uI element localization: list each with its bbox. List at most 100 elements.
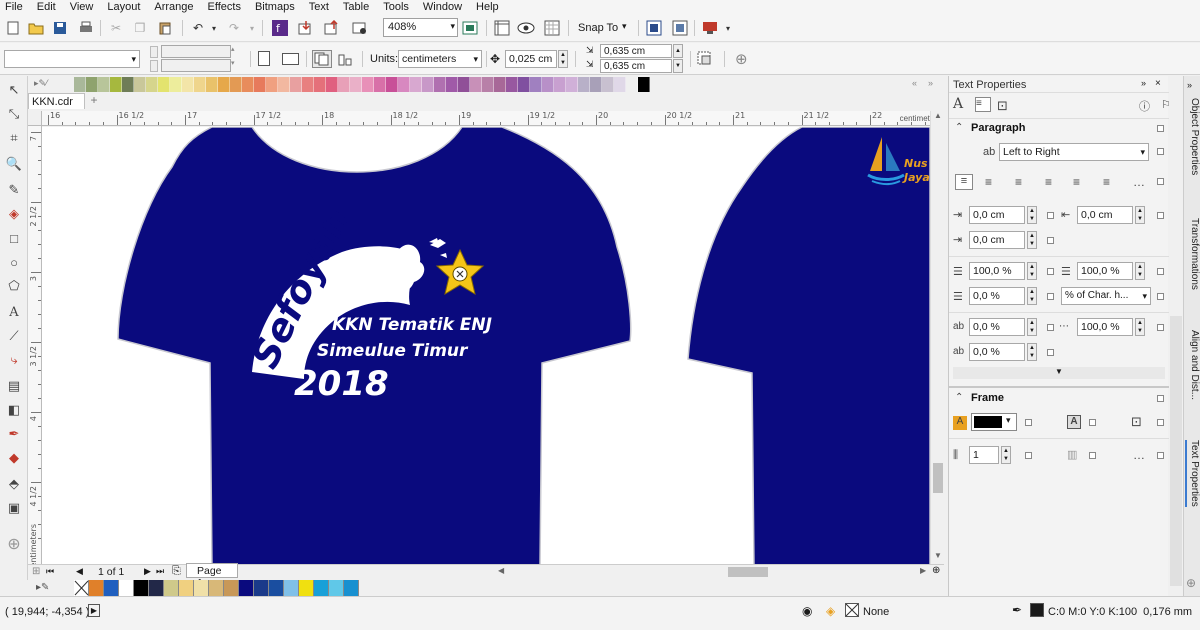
- new-tab-icon[interactable]: +: [87, 94, 101, 108]
- menu-help[interactable]: Help: [469, 1, 506, 13]
- menu-file[interactable]: File: [0, 1, 30, 13]
- paste-icon[interactable]: [155, 18, 175, 38]
- palette-swatch[interactable]: [146, 77, 158, 92]
- palette-swatch[interactable]: [506, 77, 518, 92]
- lock-icon[interactable]: ⚐: [1161, 98, 1171, 111]
- menu-effects[interactable]: Effects: [201, 1, 248, 13]
- all-pages-icon[interactable]: [312, 50, 332, 68]
- undo-dropdown-icon[interactable]: ▾: [204, 18, 224, 38]
- palette-swatch[interactable]: [122, 77, 134, 92]
- zoom-tool-icon[interactable]: 🔍: [4, 154, 24, 174]
- palette-swatch[interactable]: [206, 77, 218, 92]
- smart-fill-icon[interactable]: ⬘: [4, 474, 24, 494]
- first-line-indent-input[interactable]: 0,0 cm: [969, 206, 1025, 224]
- units-select[interactable]: centimeters ▾: [398, 50, 482, 68]
- document-palette-swatch[interactable]: [119, 580, 134, 596]
- space-before-spinner[interactable]: ▲ ▼: [1027, 262, 1037, 280]
- menu-edit[interactable]: Edit: [30, 1, 63, 13]
- close-docker-icon[interactable]: ×: [1155, 78, 1161, 89]
- menu-view[interactable]: View: [63, 1, 101, 13]
- open-folder-icon[interactable]: [26, 18, 46, 38]
- align-center-icon[interactable]: ≡: [1015, 175, 1022, 189]
- palette-swatch[interactable]: [266, 77, 278, 92]
- document-palette-swatch[interactable]: [254, 580, 269, 596]
- palette-swatch[interactable]: [542, 77, 554, 92]
- language-spacing-spinner[interactable]: ▲ ▼: [1027, 343, 1037, 361]
- palette-swatch[interactable]: [626, 77, 638, 92]
- prev-page-icon[interactable]: ◀: [76, 566, 83, 577]
- palette-swatch[interactable]: [218, 77, 230, 92]
- menu-tools[interactable]: Tools: [376, 1, 416, 13]
- palette-swatch[interactable]: [350, 77, 362, 92]
- scroll-up-icon[interactable]: ▲: [934, 111, 942, 120]
- columns-spinner[interactable]: ▲ ▼: [1001, 446, 1011, 464]
- palette-swatch[interactable]: [194, 77, 206, 92]
- document-palette-swatch[interactable]: [209, 580, 224, 596]
- freehand-tool-icon[interactable]: ✎: [4, 180, 24, 200]
- add-tool-icon[interactable]: ⊕: [4, 534, 24, 554]
- more-alignment-icon[interactable]: …: [1133, 175, 1145, 189]
- right-indent-spinner[interactable]: ▲ ▼: [1135, 206, 1145, 224]
- portrait-icon[interactable]: [258, 51, 270, 66]
- frame-text-icon[interactable]: A: [1067, 415, 1081, 429]
- space-after-spinner[interactable]: ▲ ▼: [1027, 287, 1037, 305]
- vertical-scrollbar[interactable]: ▲ ▼: [930, 111, 944, 564]
- align-justify-icon[interactable]: ≡: [1073, 175, 1080, 189]
- horizontal-ruler[interactable]: centimeters 16 16 1/2 17 17 1/2 18 18 1/2 19 19…: [42, 111, 943, 126]
- nudge-spinner[interactable]: ▲ ▼: [558, 50, 568, 68]
- align-none-icon[interactable]: ≡: [955, 174, 973, 190]
- palette-swatch[interactable]: [554, 77, 566, 92]
- dup-x-spinner[interactable]: ▲: [673, 44, 683, 58]
- show-guidelines-icon[interactable]: [516, 18, 536, 38]
- redo-icon[interactable]: ↷: [224, 18, 244, 38]
- scroll-down-icon[interactable]: ▼: [934, 551, 942, 560]
- document-palette-swatch[interactable]: [149, 580, 164, 596]
- palette-swatch[interactable]: [98, 77, 110, 92]
- first-page-icon[interactable]: ⏮: [46, 566, 54, 577]
- dimension-tool-icon[interactable]: ⟋: [4, 326, 24, 346]
- palette-swatch[interactable]: [110, 77, 122, 92]
- palette-swatch[interactable]: [242, 77, 254, 92]
- text-direction-select[interactable]: Left to Right ▾: [999, 143, 1149, 161]
- spin-down-icon[interactable]: ▾: [231, 59, 235, 67]
- page-options-icon[interactable]: ⊞: [32, 566, 40, 577]
- duplicate-distance-y-input[interactable]: 0,635 cm: [600, 59, 672, 73]
- align-left-icon[interactable]: ≡: [985, 175, 992, 189]
- transparency-tool-icon[interactable]: ◧: [4, 400, 24, 420]
- add-docker-icon[interactable]: ⊕: [1186, 576, 1196, 590]
- full-screen-preview-icon[interactable]: [460, 18, 480, 38]
- palette-swatch[interactable]: [74, 77, 86, 92]
- docker-scrollbar[interactable]: [1170, 316, 1182, 586]
- treat-as-filled-icon[interactable]: [696, 50, 714, 71]
- publish-pdf-icon[interactable]: [350, 18, 370, 38]
- column-settings-icon[interactable]: ▥: [1067, 448, 1077, 461]
- scroll-left-icon[interactable]: «: [912, 78, 917, 88]
- docker-scroll-icon[interactable]: »: [1141, 78, 1146, 88]
- palette-swatch[interactable]: [590, 77, 602, 92]
- smart-fill-tool-icon[interactable]: ◈: [4, 204, 24, 224]
- connector-tool-icon[interactable]: ⤷: [4, 350, 24, 370]
- left-indent-spinner[interactable]: ▲ ▼: [1027, 231, 1037, 249]
- palette-swatch[interactable]: [602, 77, 614, 92]
- scroll-right-icon[interactable]: ▶: [920, 566, 926, 575]
- import-icon[interactable]: [296, 18, 316, 38]
- tab-align-distribute[interactable]: Align and Dist...: [1185, 330, 1200, 400]
- add-icon[interactable]: ⊕: [735, 50, 748, 68]
- search-content-icon[interactable]: f: [270, 18, 290, 38]
- page-height-input[interactable]: [161, 59, 231, 72]
- word-spacing-input[interactable]: 100,0 %: [1077, 318, 1133, 336]
- palette-swatch[interactable]: [134, 77, 146, 92]
- document-palette-swatch[interactable]: [269, 580, 284, 596]
- collapse-icon[interactable]: ⌃: [955, 392, 963, 403]
- drop-shadow-tool-icon[interactable]: ▤: [4, 376, 24, 396]
- ruler-origin[interactable]: [28, 111, 42, 126]
- palette-swatch[interactable]: [434, 77, 446, 92]
- palette-swatch[interactable]: [638, 77, 650, 92]
- palette-swatch[interactable]: [326, 77, 338, 92]
- paragraph-tab-icon[interactable]: ≡: [975, 97, 991, 112]
- palette-swatch[interactable]: [386, 77, 398, 92]
- palette-swatch[interactable]: [446, 77, 458, 92]
- scroll-right-icon[interactable]: »: [928, 78, 933, 88]
- align-right-icon[interactable]: ≡: [1045, 175, 1052, 189]
- vertical-scroll-thumb[interactable]: [933, 463, 943, 493]
